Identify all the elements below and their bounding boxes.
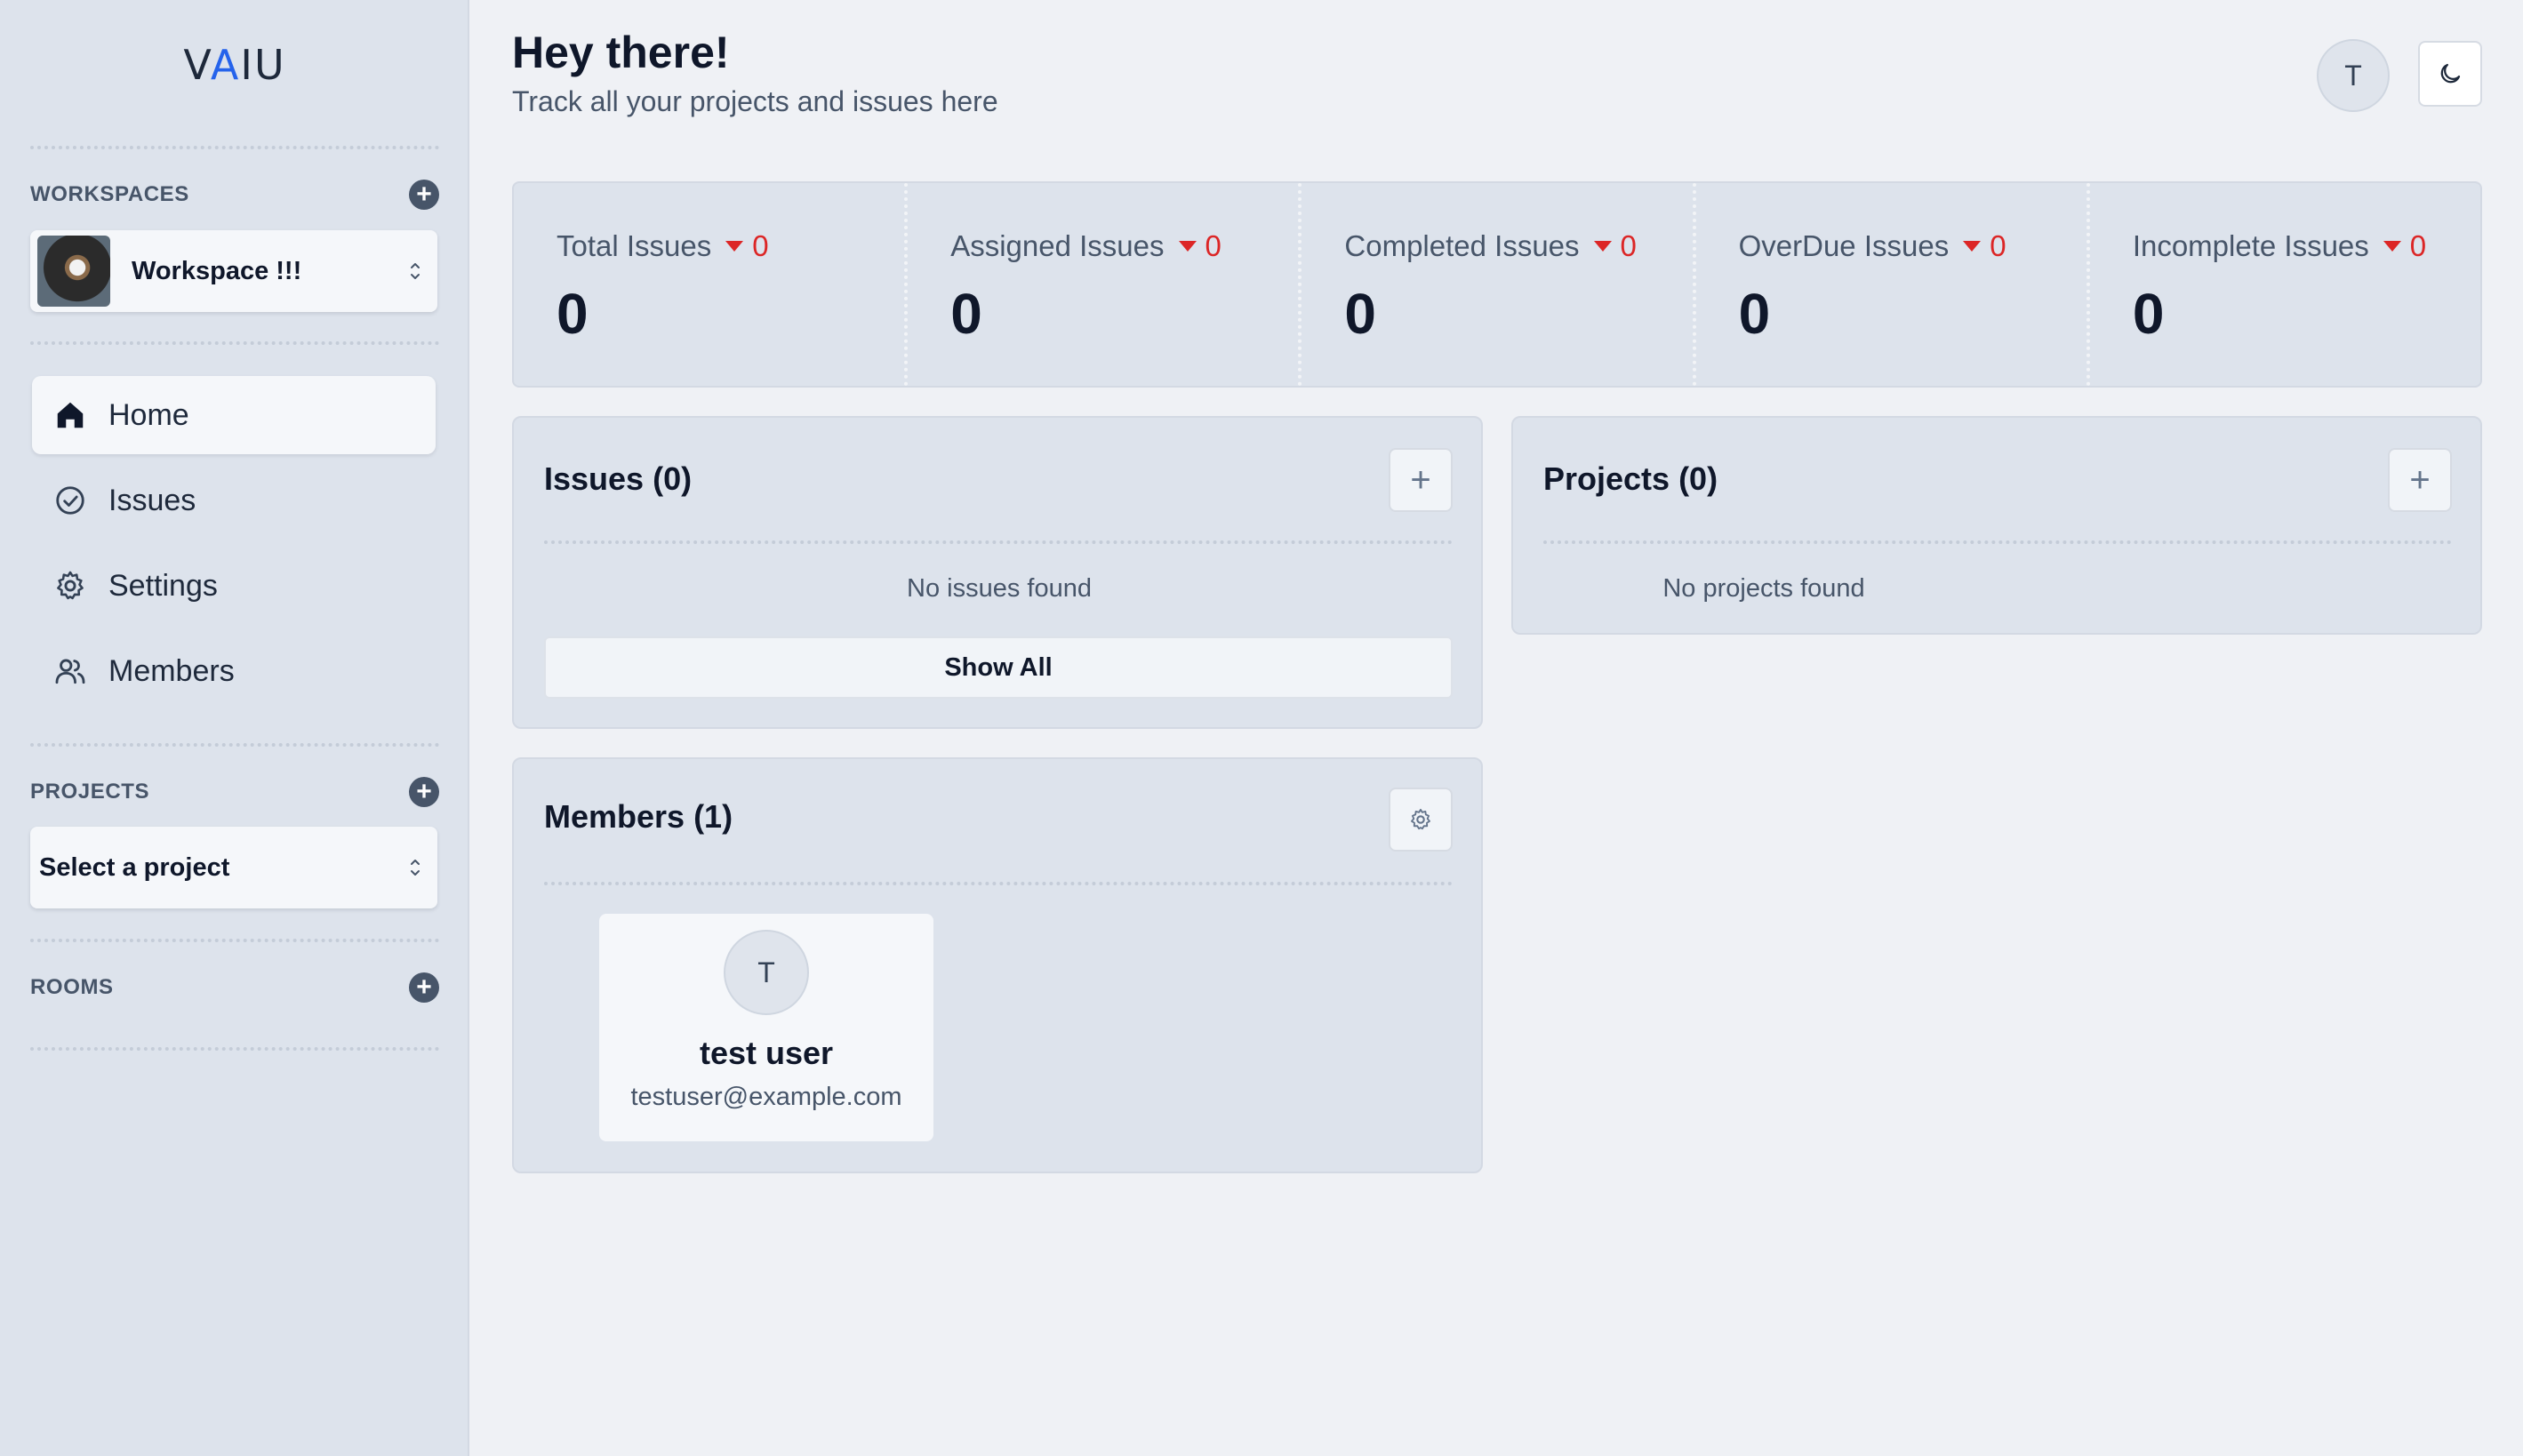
stats-bar: Total Issues 0 0 Assigned Issues 0 0 Com…: [512, 181, 2482, 388]
divider: [30, 146, 439, 149]
stat-title: Assigned Issues: [950, 229, 1165, 262]
stat-title: Completed Issues: [1344, 229, 1580, 262]
nav-item-home[interactable]: Home: [32, 376, 436, 454]
stat-title: OverDue Issues: [1738, 229, 1950, 262]
gear-icon: [1411, 808, 1430, 830]
stat-value: 0: [1344, 282, 1376, 346]
project-select-placeholder: Select a project: [39, 852, 230, 882]
stat-title-row: Completed Issues 0: [1344, 229, 1692, 263]
members-card: Members (1) T test user testuser@example…: [512, 757, 1483, 1173]
stat-delta: 0: [2409, 229, 2427, 262]
stat-assigned-issues: Assigned Issues 0 0: [908, 183, 1302, 386]
stat-delta: 0: [1205, 229, 1221, 262]
plus-icon: +: [1410, 460, 1431, 500]
workspaces-header: WORKSPACES +: [30, 177, 439, 212]
caret-down-icon: [725, 241, 744, 252]
divider: [30, 341, 439, 345]
caret-down-icon: [1178, 241, 1197, 252]
workspace-switcher[interactable]: Workspace !!!: [30, 230, 437, 312]
divider: [30, 1047, 439, 1051]
chevron-up-down-icon: [411, 860, 420, 876]
stat-completed-issues: Completed Issues 0 0: [1302, 183, 1696, 386]
stat-title-row: OverDue Issues 0: [1739, 229, 2086, 263]
avatar: T: [724, 930, 809, 1015]
page-title: Hey there!: [512, 28, 730, 77]
divider: [30, 939, 439, 942]
user-initial: T: [2344, 59, 2362, 92]
plus-icon: +: [2409, 460, 2431, 500]
workspaces-label: WORKSPACES: [30, 182, 189, 206]
page-subtitle: Track all your projects and issues here: [512, 85, 998, 117]
nav-label: Members: [108, 653, 235, 688]
issues-card: Issues (0) + No issues found Show All: [512, 416, 1483, 729]
caret-down-icon: [1593, 241, 1612, 252]
user-avatar[interactable]: T: [2317, 39, 2390, 112]
add-room-icon[interactable]: +: [409, 972, 439, 1003]
projects-header: PROJECTS +: [30, 774, 439, 810]
show-all-button[interactable]: Show All: [544, 636, 1453, 699]
stat-delta: 0: [752, 229, 769, 262]
stat-title: Total Issues: [557, 229, 712, 262]
member-initial: T: [757, 956, 775, 988]
projects-card: Projects (0) + No projects found: [1511, 416, 2482, 635]
rooms-header: ROOMS +: [30, 970, 439, 1005]
stat-title-row: Incomplete Issues 0: [2133, 229, 2480, 263]
app-logo[interactable]: VAIU: [0, 41, 469, 94]
caret-down-icon: [1963, 241, 1982, 252]
nav-item-issues[interactable]: Issues: [32, 461, 436, 540]
add-project-button[interactable]: +: [2388, 448, 2452, 512]
stat-title-row: Total Issues 0: [557, 229, 904, 263]
stat-delta: 0: [1990, 229, 2006, 262]
members-card-title: Members (1): [544, 798, 733, 835]
member-name: test user: [699, 1035, 834, 1071]
theme-toggle-button[interactable]: [2418, 41, 2482, 107]
projects-empty-text: No projects found: [1662, 574, 1865, 603]
users-icon: [55, 659, 85, 684]
nav-item-settings[interactable]: Settings: [32, 547, 436, 625]
members-settings-button[interactable]: [1389, 788, 1453, 852]
divider: [1543, 540, 2452, 544]
divider: [544, 540, 1453, 544]
sidebar: VAIU WORKSPACES + Workspace !!! Home Iss…: [0, 0, 469, 1456]
nav-item-members[interactable]: Members: [32, 632, 436, 710]
workspace-name: Workspace !!!: [132, 256, 302, 285]
stat-value: 0: [557, 282, 589, 346]
divider: [30, 743, 439, 747]
project-select[interactable]: Select a project: [30, 827, 437, 908]
stat-value: 0: [1738, 282, 1771, 346]
nav-label: Issues: [108, 483, 196, 517]
caret-down-icon: [2383, 241, 2401, 252]
nav-label: Home: [108, 397, 189, 432]
check-circle-icon: [56, 486, 84, 515]
stat-incomplete-issues: Incomplete Issues 0 0: [2090, 183, 2480, 386]
issues-empty-text: No issues found: [907, 574, 1092, 603]
divider: [544, 882, 1453, 885]
add-project-icon[interactable]: +: [409, 777, 439, 807]
nav-label: Settings: [108, 568, 218, 603]
member-card[interactable]: T test user testuser@example.com: [599, 914, 933, 1141]
add-workspace-icon[interactable]: +: [409, 180, 439, 210]
workspace-avatar: [37, 236, 110, 307]
projects-label: PROJECTS: [30, 780, 150, 804]
member-email: testuser@example.com: [630, 1083, 902, 1111]
projects-card-title: Projects (0): [1543, 460, 1718, 497]
stat-overdue-issues: OverDue Issues 0 0: [1696, 183, 2090, 386]
moon-icon: [2440, 63, 2461, 84]
rooms-label: ROOMS: [30, 975, 114, 999]
stat-total-issues: Total Issues 0 0: [514, 183, 909, 386]
chevron-up-down-icon: [411, 263, 420, 279]
stat-value: 0: [950, 282, 982, 346]
add-issue-button[interactable]: +: [1389, 448, 1453, 512]
issues-card-title: Issues (0): [544, 460, 693, 497]
stat-value: 0: [2132, 282, 2165, 346]
stat-title: Incomplete Issues: [2132, 229, 2369, 262]
stat-title-row: Assigned Issues 0: [950, 229, 1298, 263]
stat-delta: 0: [1620, 229, 1637, 262]
home-icon: [57, 402, 84, 428]
gear-icon: [57, 571, 84, 600]
